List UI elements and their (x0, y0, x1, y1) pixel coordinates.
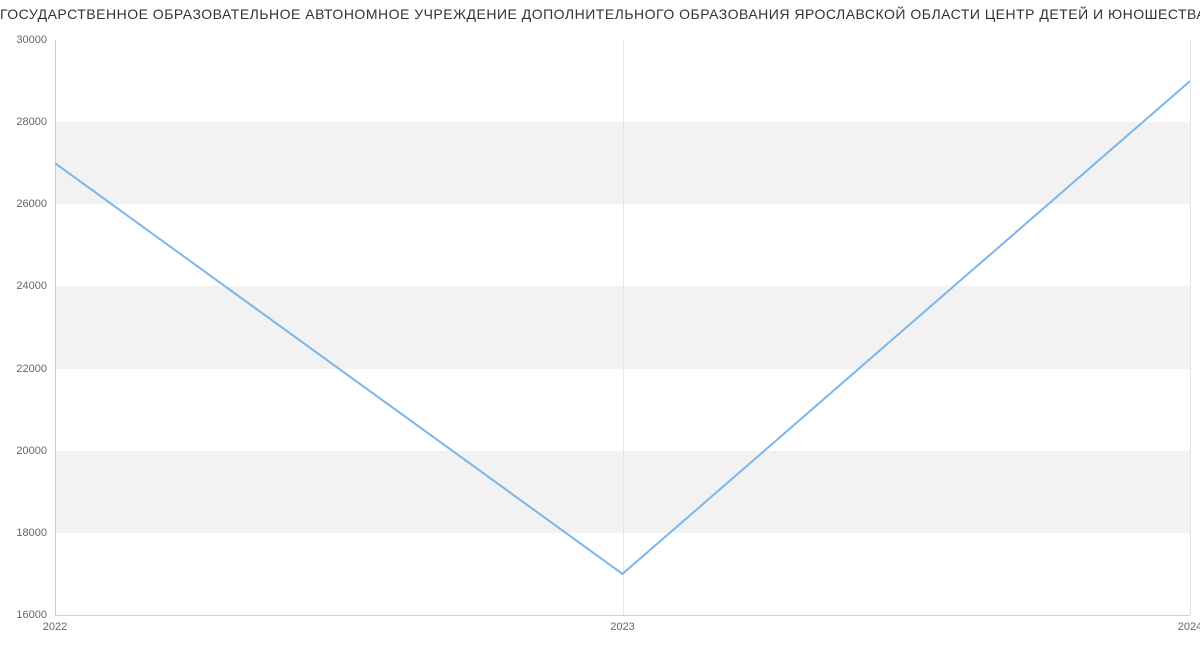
chart-title: ГОСУДАРСТВЕННОЕ ОБРАЗОВАТЕЛЬНОЕ АВТОНОМН… (0, 6, 1200, 22)
x-tick-label: 2023 (610, 615, 634, 633)
y-tick-label: 30000 (16, 34, 55, 46)
data-line (55, 40, 1190, 615)
y-tick-label: 18000 (16, 527, 55, 539)
plot-area: 1600018000200002200024000260002800030000… (55, 40, 1190, 615)
y-tick-label: 28000 (16, 116, 55, 128)
y-tick-label: 22000 (16, 363, 55, 375)
y-tick-label: 20000 (16, 445, 55, 457)
y-tick-label: 24000 (16, 280, 55, 292)
x-tick-label: 2024 (1178, 615, 1200, 633)
y-tick-label: 26000 (16, 198, 55, 210)
x-tick-label: 2022 (43, 615, 67, 633)
